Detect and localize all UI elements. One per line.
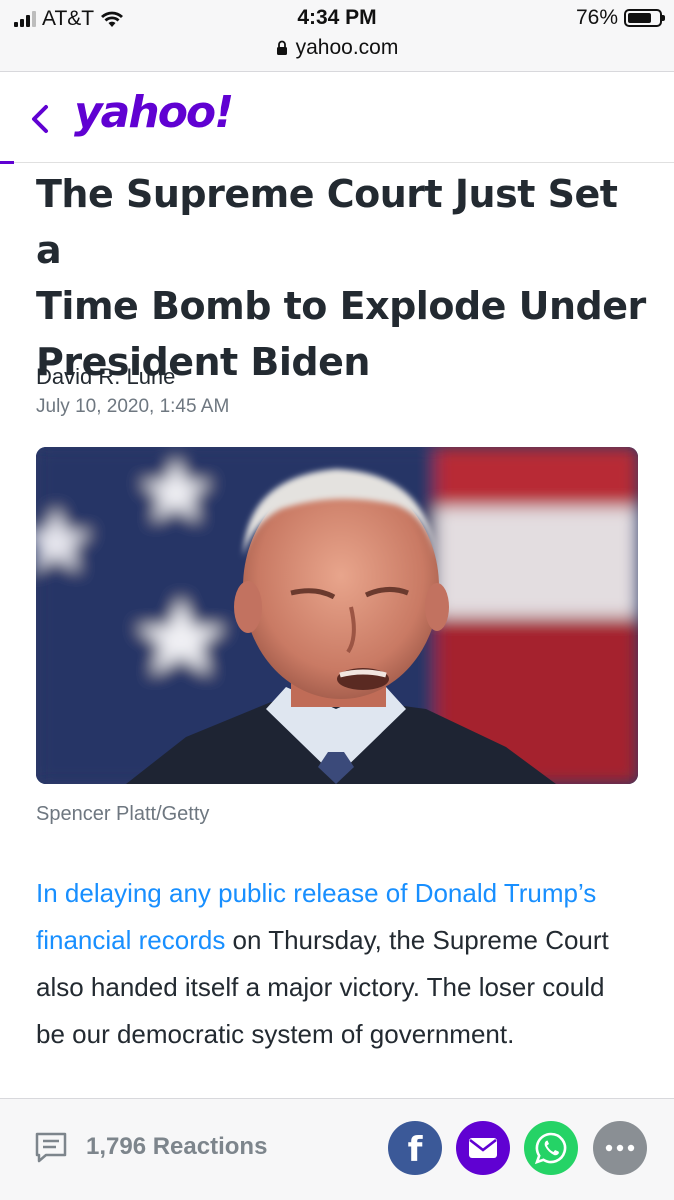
facebook-icon: f — [407, 1130, 423, 1170]
reactions-count: 1,796 Reactions — [86, 1133, 268, 1160]
back-button[interactable] — [22, 99, 56, 139]
author-name[interactable]: David R. Lurie — [36, 364, 175, 390]
clock: 4:34 PM — [297, 6, 377, 29]
publish-date: July 10, 2020, 1:45 AM — [36, 396, 230, 417]
yahoo-logo[interactable]: yahoo! — [74, 87, 234, 138]
url-text: yahoo.com — [295, 36, 399, 59]
chevron-left-icon — [32, 105, 48, 133]
headline-line: The Supreme Court Just Set a — [36, 172, 618, 272]
hero-photo — [36, 447, 638, 784]
app-header: yahoo! — [0, 73, 674, 164]
battery-status: 76% — [575, 6, 665, 30]
battery-icon — [624, 9, 665, 27]
article-headline: The Supreme Court Just Set a Time Bomb t… — [36, 166, 646, 390]
share-facebook-button[interactable]: f — [388, 1121, 442, 1175]
reactions-button[interactable]: 1,796 Reactions — [34, 1131, 267, 1163]
share-more-button[interactable] — [593, 1121, 647, 1175]
battery-percent: 76% — [575, 6, 618, 29]
reading-progress-indicator — [0, 161, 14, 164]
article-paragraph: In delaying any public release of Donald… — [36, 870, 636, 1058]
photo-credit: Spencer Platt/Getty — [36, 803, 210, 825]
more-icon — [605, 1144, 635, 1152]
comment-icon — [35, 1132, 67, 1163]
status-bar: AT&T 4:34 PM 76% yahoo.com — [0, 0, 674, 72]
share-email-button[interactable] — [456, 1121, 510, 1175]
bottom-action-bar: 1,796 Reactions f — [0, 1098, 674, 1200]
whatsapp-icon — [534, 1132, 567, 1165]
mail-icon — [469, 1138, 497, 1158]
article-hero-image[interactable] — [36, 447, 638, 784]
headline-line: Time Bomb to Explode Under — [36, 284, 646, 328]
lock-icon — [276, 40, 287, 55]
address-bar[interactable]: yahoo.com — [0, 36, 674, 60]
share-whatsapp-button[interactable] — [524, 1121, 578, 1175]
